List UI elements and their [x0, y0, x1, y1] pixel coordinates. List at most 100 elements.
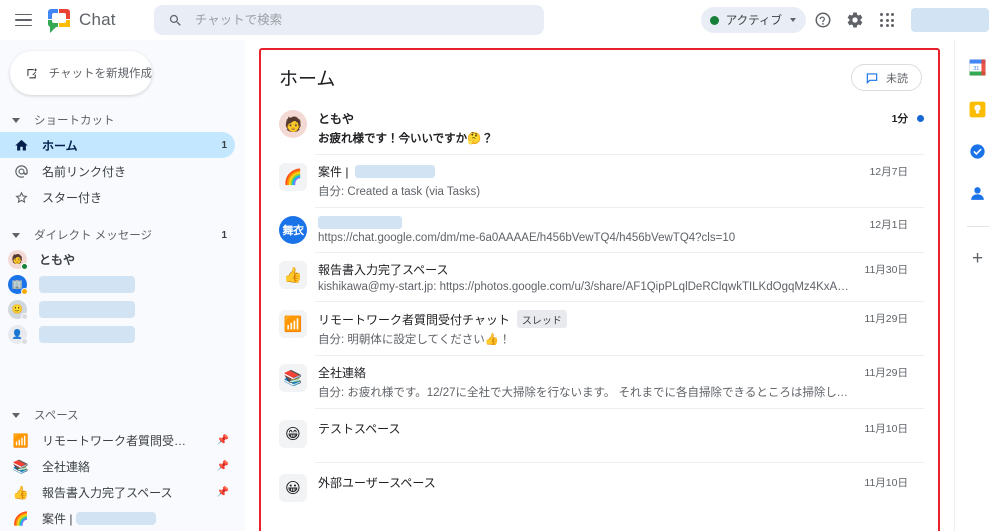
- dm-count: 1: [221, 229, 227, 241]
- conversation-row[interactable]: 📚 全社連絡 自分: お疲れ様です。12/27に全社で大掃除を行ないます。 それ…: [261, 355, 938, 408]
- conversation-row[interactable]: 🌈 案件 | 自分: Created a task (via Tasks) 12…: [261, 154, 938, 207]
- avatar: 舞衣: [279, 216, 307, 244]
- conversation-time: 11月10日: [864, 477, 908, 489]
- conversation-row[interactable]: 😁 テストスペース 11月10日: [261, 408, 938, 462]
- conversation-title-line: テストスペース: [318, 420, 854, 437]
- spaces-section-header[interactable]: スペース: [0, 403, 245, 427]
- avatar: 🏢: [8, 275, 28, 295]
- main-body: チャットを新規作成 ショートカット ホーム 1 名前リンク付き スター付き ダイ…: [0, 40, 1000, 531]
- sidebar-dm-tomoya[interactable]: 🧑 ともや: [0, 247, 245, 272]
- spaces-label: スペース: [34, 410, 79, 422]
- sidebar-item-starred-label: スター付き: [42, 190, 103, 205]
- home-header: ホーム 未読: [261, 50, 938, 101]
- conversation-title: 全社連絡: [318, 366, 367, 380]
- google-keep-icon[interactable]: [967, 98, 989, 120]
- sidebar-item-starred[interactable]: スター付き: [0, 184, 235, 210]
- presence-indicator: [21, 313, 28, 320]
- avatar: 👤: [8, 325, 28, 345]
- conversation-snippet: お疲れ様です！今いいですか🤔？: [318, 133, 493, 145]
- sidebar-dm-redacted-3[interactable]: 👤: [0, 322, 245, 347]
- conversation-time: 12月7日: [869, 166, 908, 178]
- unread-chat-icon: [866, 72, 878, 84]
- conversation-meta: 11月10日: [864, 419, 924, 436]
- sidebar-item-home[interactable]: ホーム 1: [0, 132, 235, 158]
- redacted-name: [39, 301, 135, 318]
- help-button[interactable]: [808, 5, 838, 35]
- sidebar-section-direct-messages: ダイレクト メッセージ 1 🧑 ともや 🏢 🙂 👤: [0, 223, 245, 347]
- gear-icon: [847, 12, 863, 28]
- presence-indicator: [21, 338, 28, 345]
- apps-grid-icon: [880, 13, 894, 27]
- settings-button[interactable]: [840, 5, 870, 35]
- avatar: 😀: [279, 474, 307, 502]
- caret-down-icon: [12, 412, 20, 418]
- conversation-row[interactable]: 👍 報告書入力完了スペース kishikawa@my-start.jp: htt…: [261, 252, 938, 301]
- conversation-title-line: [318, 216, 859, 229]
- hamburger-menu-icon[interactable]: [10, 7, 36, 33]
- sidebar-dm-label: ともや: [39, 253, 76, 267]
- conversation-snippet: 自分: 明朝体に設定してください👍！: [318, 334, 511, 346]
- redacted-name: [39, 326, 135, 343]
- account-avatar[interactable]: [910, 7, 990, 33]
- conversation-snippet: https://chat.google.com/dm/me-6a0AAAAE/h…: [318, 232, 736, 244]
- space-icon: 🌈: [12, 510, 30, 526]
- sidebar-dm-redacted-1[interactable]: 🏢: [0, 272, 245, 297]
- conversation-title: 報告書入力完了スペース: [318, 263, 449, 277]
- brand-name: Chat: [79, 10, 116, 29]
- presence-indicator: [21, 288, 28, 295]
- compose-chat-button[interactable]: チャットを新規作成: [10, 51, 152, 95]
- redacted-title: [318, 216, 402, 229]
- search-input[interactable]: [194, 13, 530, 27]
- sidebar-space-anken[interactable]: 🌈 案件 |: [0, 505, 235, 531]
- sidebar-dm-redacted-2[interactable]: 🙂: [0, 297, 245, 322]
- conversation-body: 全社連絡 自分: お疲れ様です。12/27に全社で大掃除を行ないます。 それまで…: [318, 363, 854, 400]
- conversation-body: リモートワーク者質問受付チャット スレッド 自分: 明朝体に設定してください👍！: [318, 309, 854, 347]
- shortcuts-section-header[interactable]: ショートカット: [0, 108, 245, 132]
- avatar: 🧑: [8, 250, 28, 270]
- sidebar-space-label: リモートワーク者質問受…: [42, 433, 187, 448]
- google-tasks-icon[interactable]: [967, 140, 989, 162]
- page-title: ホーム: [279, 69, 336, 90]
- google-contacts-icon[interactable]: [967, 182, 989, 204]
- add-app-button[interactable]: +: [972, 249, 983, 268]
- conversation-row[interactable]: 😀 外部ユーザースペース 11月10日: [261, 462, 938, 516]
- avatar: 👍: [279, 261, 307, 289]
- sidebar-space-company-wide[interactable]: 📚 全社連絡 📌: [0, 453, 235, 479]
- sidebar-item-mentions[interactable]: 名前リンク付き: [0, 158, 235, 184]
- conversation-body: 報告書入力完了スペース kishikawa@my-start.jp: https…: [318, 260, 854, 293]
- conversation-body: ともや お疲れ様です！今いいですか🤔？: [318, 109, 882, 146]
- google-calendar-icon[interactable]: 31: [967, 56, 989, 78]
- home-card: ホーム 未読 🧑 ともや お疲れ様です！今いいですか🤔？ 1分 🌈 案件 | 自…: [261, 50, 938, 531]
- home-icon: [12, 138, 30, 153]
- thread-tag: スレッド: [516, 310, 567, 328]
- caret-down-icon: [12, 117, 20, 123]
- conversation-meta: 12月1日: [869, 215, 924, 232]
- shortcuts-label: ショートカット: [34, 115, 115, 127]
- conversation-title: 外部ユーザースペース: [318, 476, 436, 490]
- google-apps-button[interactable]: [872, 5, 902, 35]
- sidebar-space-report-complete[interactable]: 👍 報告書入力完了スペース 📌: [0, 479, 235, 505]
- unread-filter-button[interactable]: 未読: [851, 64, 922, 91]
- presence-status-button[interactable]: アクティブ: [700, 7, 806, 33]
- conversation-row[interactable]: 🧑 ともや お疲れ様です！今いいですか🤔？ 1分: [261, 101, 938, 154]
- conversation-title: ともや: [318, 112, 355, 126]
- conversation-body: 案件 | 自分: Created a task (via Tasks): [318, 162, 859, 199]
- redacted-space-name: [76, 511, 157, 525]
- conversation-time: 11月29日: [864, 367, 908, 379]
- search-bar[interactable]: [153, 5, 544, 35]
- sidebar-item-home-badge: 1: [221, 139, 227, 151]
- conversation-meta: 1分: [892, 109, 924, 126]
- conversation-snippet: 自分: Created a task (via Tasks): [318, 186, 481, 198]
- dm-section-header[interactable]: ダイレクト メッセージ 1: [0, 223, 245, 247]
- conversation-snippet: kishikawa@my-start.jp: https://photos.go…: [318, 281, 854, 293]
- compose-chat-label: チャットを新規作成: [48, 68, 152, 80]
- sidebar-space-remote-work[interactable]: 📶 リモートワーク者質問受… 📌: [0, 427, 235, 453]
- conversation-row[interactable]: 舞衣 https://chat.google.com/dm/me-6a0AAAA…: [261, 207, 938, 252]
- dm-label: ダイレクト メッセージ: [34, 230, 152, 242]
- caret-down-icon: [12, 232, 20, 238]
- conversation-meta: 12月7日: [869, 162, 924, 179]
- conversation-body: 外部ユーザースペース: [318, 473, 854, 491]
- conversation-row[interactable]: 📶 リモートワーク者質問受付チャット スレッド 自分: 明朝体に設定してください…: [261, 301, 938, 355]
- avatar: 🙂: [8, 300, 28, 320]
- sidebar-space-label: 報告書入力完了スペース: [42, 485, 173, 500]
